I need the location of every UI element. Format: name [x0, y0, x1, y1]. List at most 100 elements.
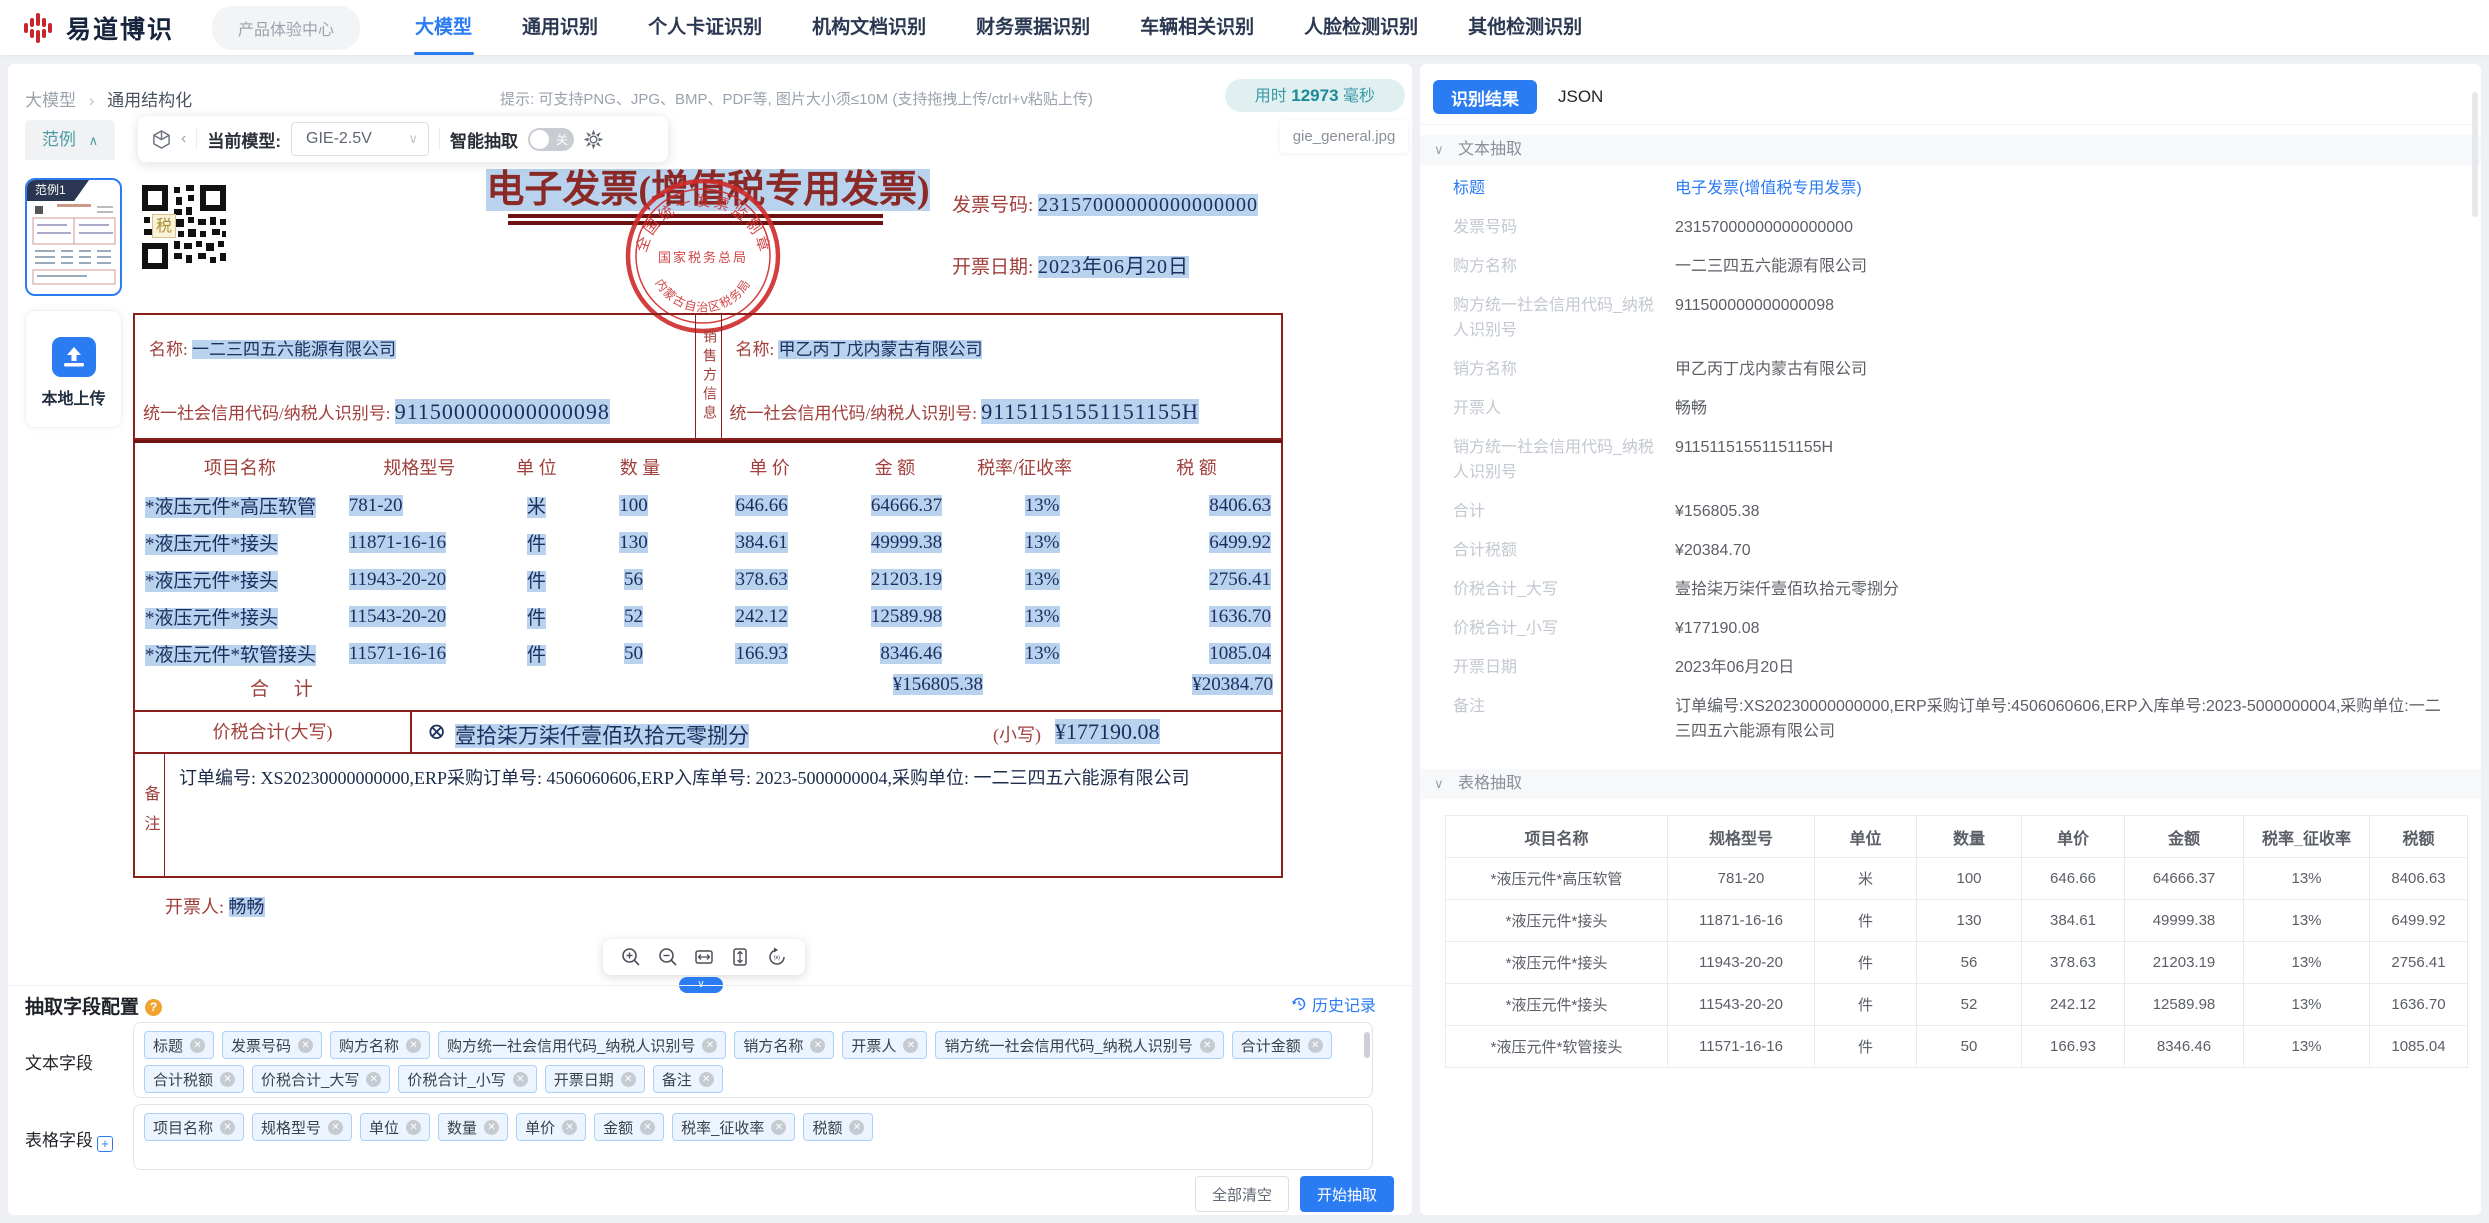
- result-field-value[interactable]: ¥156805.38: [1675, 499, 1760, 524]
- text-extraction-section-header[interactable]: ∨ 文本抽取: [1420, 135, 2481, 165]
- result-field: 销方统一社会信用代码_纳税人识别号 91151151551151155H: [1453, 435, 2453, 485]
- divider: [196, 128, 197, 150]
- nav-tab[interactable]: 个人卡证识别: [648, 0, 762, 55]
- nav-tab[interactable]: 车辆相关识别: [1140, 0, 1254, 55]
- result-field-value[interactable]: ¥177190.08: [1675, 616, 1760, 641]
- field-tag[interactable]: 销方名称 ✕: [734, 1031, 834, 1059]
- tab-recognition-result[interactable]: 识别结果: [1433, 80, 1537, 114]
- remove-tag-icon[interactable]: ✕: [484, 1120, 499, 1135]
- product-center-button[interactable]: 产品体验中心: [212, 6, 360, 50]
- remove-tag-icon[interactable]: ✕: [849, 1120, 864, 1135]
- remove-tag-icon[interactable]: ✕: [699, 1072, 714, 1087]
- nav-tab[interactable]: 财务票据识别: [976, 0, 1090, 55]
- remove-tag-icon[interactable]: ✕: [406, 1120, 421, 1135]
- field-tag[interactable]: 单价 ✕: [516, 1113, 586, 1141]
- result-field-value[interactable]: 23157000000000000000: [1675, 215, 1853, 240]
- nav-tab[interactable]: 大模型: [415, 0, 472, 55]
- field-tag[interactable]: 价税合计_大写 ✕: [252, 1065, 390, 1093]
- help-icon[interactable]: ?: [145, 999, 162, 1016]
- result-field-value[interactable]: 畅畅: [1675, 396, 1707, 421]
- add-field-icon[interactable]: +: [97, 1136, 113, 1152]
- chevron-left-icon[interactable]: ‹: [181, 130, 186, 148]
- nav-tab[interactable]: 通用识别: [522, 0, 598, 55]
- remove-tag-icon[interactable]: ✕: [220, 1072, 235, 1087]
- table-cell: 52: [579, 598, 689, 635]
- result-field-value[interactable]: 91151151551151155H: [1675, 435, 1833, 485]
- panel-scrollbar[interactable]: [2472, 92, 2478, 217]
- invoice-column-header: 单 位: [494, 447, 579, 487]
- field-tag[interactable]: 规格型号 ✕: [252, 1113, 352, 1141]
- remove-tag-icon[interactable]: ✕: [771, 1120, 786, 1135]
- samples-collapse-button[interactable]: 范例 ∧: [25, 120, 115, 160]
- field-tag[interactable]: 合计金额 ✕: [1232, 1031, 1332, 1059]
- result-field-value[interactable]: 壹拾柒万柒仟壹佰玖拾元零捌分: [1675, 577, 1899, 602]
- remove-tag-icon[interactable]: ✕: [406, 1038, 421, 1053]
- fit-width-icon[interactable]: [693, 946, 715, 968]
- result-field-value[interactable]: 2023年06月20日: [1675, 655, 1794, 680]
- clear-all-button[interactable]: 全部清空: [1195, 1176, 1289, 1212]
- remove-tag-icon[interactable]: ✕: [621, 1072, 636, 1087]
- remove-tag-icon[interactable]: ✕: [513, 1072, 528, 1087]
- remove-tag-icon[interactable]: ✕: [298, 1038, 313, 1053]
- field-tag[interactable]: 单位 ✕: [360, 1113, 430, 1141]
- nav-tab[interactable]: 其他检测识别: [1468, 0, 1582, 55]
- nav-tab[interactable]: 机构文档识别: [812, 0, 926, 55]
- table-row: *液压元件*接头11871-16-16件130384.6149999.3813%…: [135, 524, 1281, 561]
- remove-tag-icon[interactable]: ✕: [640, 1120, 655, 1135]
- field-tag[interactable]: 标题 ✕: [144, 1031, 214, 1059]
- field-tag[interactable]: 税额 ✕: [803, 1113, 873, 1141]
- table-extraction-section-header[interactable]: ∨ 表格抽取: [1420, 769, 2481, 799]
- result-field-value[interactable]: ¥20384.70: [1675, 538, 1751, 563]
- nav-tab[interactable]: 人脸检测识别: [1304, 0, 1418, 55]
- breadcrumb-separator: ›: [89, 91, 95, 110]
- remove-tag-icon[interactable]: ✕: [220, 1120, 235, 1135]
- remove-tag-icon[interactable]: ✕: [1308, 1038, 1323, 1053]
- remove-tag-icon[interactable]: ✕: [366, 1072, 381, 1087]
- field-tag[interactable]: 项目名称 ✕: [144, 1113, 244, 1141]
- field-tag[interactable]: 购方统一社会信用代码_纳税人识别号 ✕: [438, 1031, 726, 1059]
- tagbox-scrollbar[interactable]: [1364, 1032, 1370, 1058]
- result-field-value[interactable]: 电子发票(增值税专用发票): [1675, 176, 1862, 201]
- history-link[interactable]: 历史记录: [1291, 992, 1376, 1016]
- remove-tag-icon[interactable]: ✕: [1200, 1038, 1215, 1053]
- remove-tag-icon[interactable]: ✕: [190, 1038, 205, 1053]
- extracted-table-header-row: 项目名称规格型号单位数量单价金额税率_征收率税额: [1446, 816, 2468, 858]
- app-logo[interactable]: 易道博识: [22, 10, 174, 46]
- rotate-90-icon[interactable]: 90: [766, 946, 788, 968]
- field-tag[interactable]: 价税合计_小写 ✕: [398, 1065, 536, 1093]
- field-tag[interactable]: 税率_征收率 ✕: [672, 1113, 795, 1141]
- smart-extract-toggle[interactable]: 关: [528, 128, 574, 151]
- tab-json[interactable]: JSON: [1558, 80, 1603, 114]
- model-select[interactable]: GIE-2.5V ∨: [291, 122, 429, 156]
- remove-tag-icon[interactable]: ✕: [810, 1038, 825, 1053]
- zoom-out-icon[interactable]: [657, 946, 679, 968]
- remove-tag-icon[interactable]: ✕: [562, 1120, 577, 1135]
- invoice-number: 23157000000000000000: [1038, 194, 1258, 216]
- field-tag[interactable]: 数量 ✕: [438, 1113, 508, 1141]
- result-field-value[interactable]: 甲乙丙丁戊内蒙古有限公司: [1675, 357, 1867, 382]
- table-cell: 11943-20-20: [345, 561, 494, 598]
- field-tag[interactable]: 购方名称 ✕: [330, 1031, 430, 1059]
- table-cell: 1085.04: [1112, 635, 1281, 672]
- chevron-down-icon: ∨: [1434, 776, 1444, 791]
- field-tag[interactable]: 发票号码 ✕: [222, 1031, 322, 1059]
- result-field-value[interactable]: 911500000000000098: [1675, 293, 1834, 343]
- field-tag[interactable]: 开票人 ✕: [842, 1031, 927, 1059]
- field-tag[interactable]: 开票日期 ✕: [545, 1065, 645, 1093]
- gear-icon[interactable]: [584, 130, 603, 149]
- field-tag[interactable]: 备注 ✕: [653, 1065, 723, 1093]
- breadcrumb-root[interactable]: 大模型: [25, 91, 76, 110]
- remove-tag-icon[interactable]: ✕: [702, 1038, 717, 1053]
- result-field-value[interactable]: 一二三四五六能源有限公司: [1675, 254, 1867, 279]
- field-tag[interactable]: 金额 ✕: [594, 1113, 664, 1141]
- start-extract-button[interactable]: 开始抽取: [1300, 1176, 1394, 1212]
- table-cell: 242.12: [2022, 984, 2125, 1026]
- history-icon: [1291, 996, 1307, 1012]
- fit-height-icon[interactable]: [729, 946, 751, 968]
- field-tag[interactable]: 销方统一社会信用代码_纳税人识别号 ✕: [935, 1031, 1223, 1059]
- field-tag[interactable]: 合计税额 ✕: [144, 1065, 244, 1093]
- remove-tag-icon[interactable]: ✕: [328, 1120, 343, 1135]
- result-field-value[interactable]: 订单编号:XS20230000000000,ERP采购订单号:450606060…: [1675, 694, 2453, 744]
- zoom-in-icon[interactable]: [620, 946, 642, 968]
- remove-tag-icon[interactable]: ✕: [903, 1038, 918, 1053]
